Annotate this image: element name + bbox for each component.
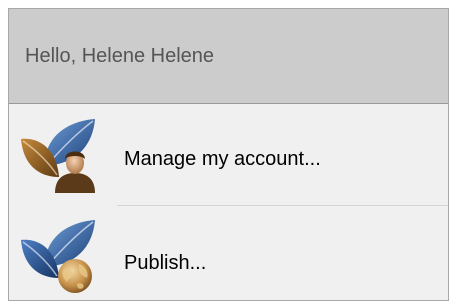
- manage-account-label: Manage my account...: [124, 148, 321, 170]
- leaf-user-icon: [21, 119, 95, 193]
- menu-item-manage-account[interactable]: Manage my account...: [9, 105, 448, 205]
- menu-item-publish[interactable]: Publish...: [9, 206, 448, 300]
- leaf-globe-icon: [21, 220, 95, 293]
- publish-label: Publish...: [124, 252, 207, 274]
- account-menu: Hello, Helene Helene Manage my account..…: [8, 8, 449, 301]
- greeting-label: Hello, Helene Helene: [25, 45, 215, 67]
- menu-header: Hello, Helene Helene: [9, 9, 448, 104]
